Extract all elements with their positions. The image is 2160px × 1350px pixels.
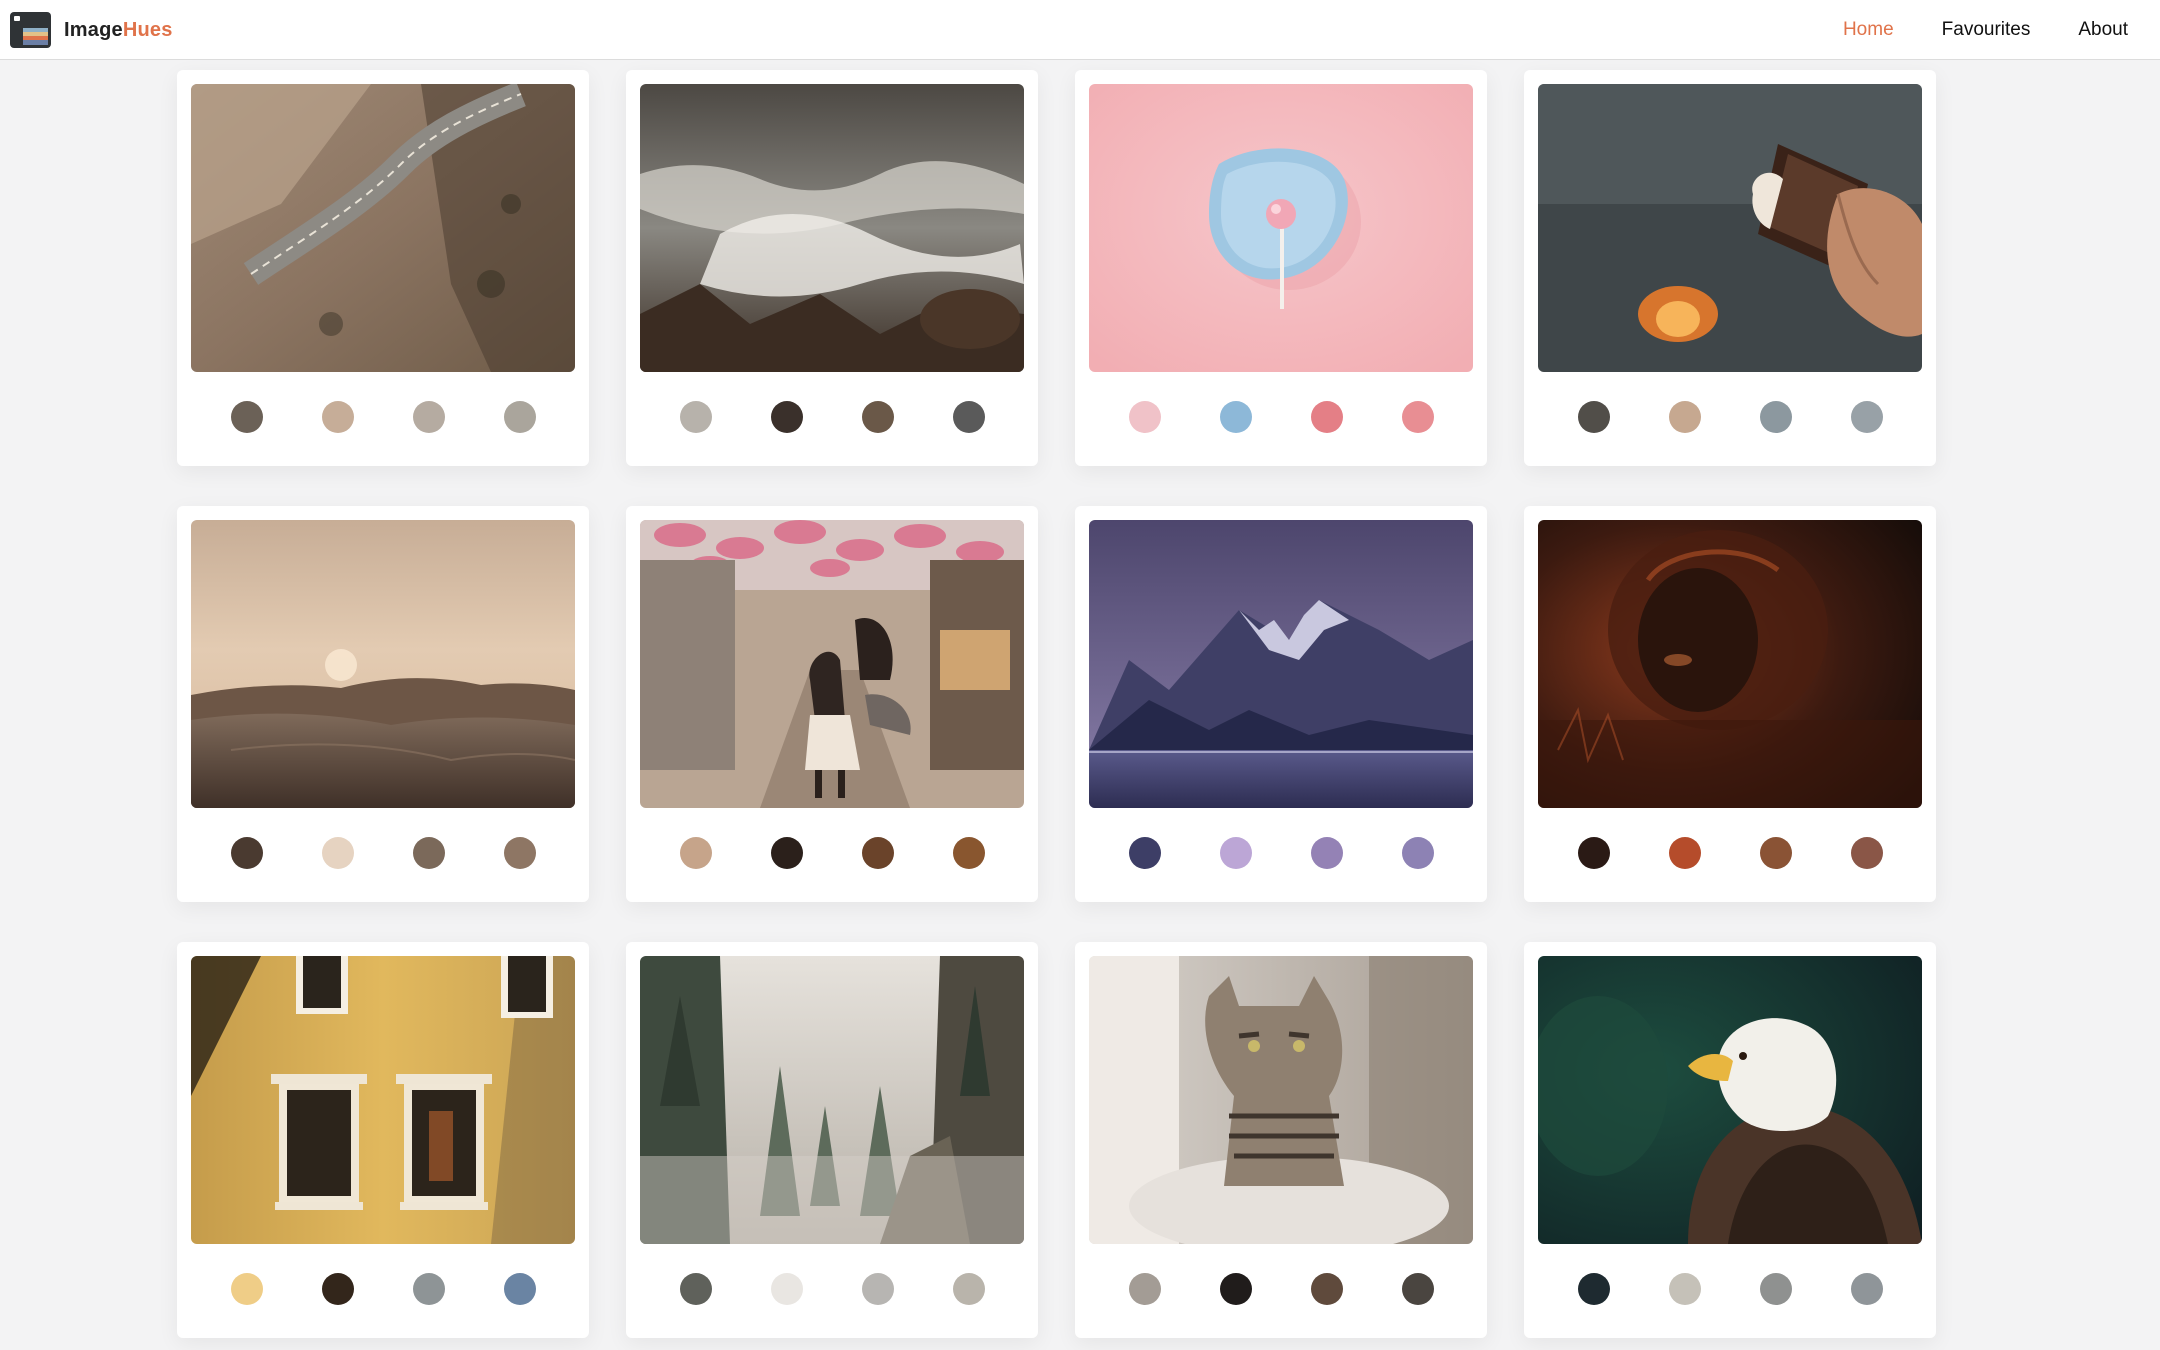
swatch-row <box>177 837 589 871</box>
color-swatch[interactable] <box>1128 401 1161 433</box>
photo-lion[interactable] <box>1538 520 1922 808</box>
color-swatch[interactable] <box>1128 837 1161 869</box>
palette-grid <box>177 70 1936 1338</box>
color-swatch[interactable] <box>679 1273 712 1305</box>
nav-home[interactable]: Home <box>1843 19 1894 41</box>
brand-name-part1: Image <box>64 18 123 41</box>
color-swatch[interactable] <box>503 1273 536 1305</box>
color-swatch[interactable] <box>1759 837 1792 869</box>
palette-card[interactable] <box>626 506 1038 902</box>
color-swatch[interactable] <box>321 1273 354 1305</box>
color-swatch[interactable] <box>679 837 712 869</box>
color-swatch[interactable] <box>1310 837 1343 869</box>
swatch-row <box>626 1273 1038 1307</box>
palette-card[interactable] <box>1524 506 1936 902</box>
swatch-row <box>1075 1273 1487 1307</box>
color-swatch[interactable] <box>1850 837 1883 869</box>
color-swatch[interactable] <box>1219 1273 1252 1305</box>
nav-links: Home Favourites About <box>1795 0 2128 60</box>
color-swatch[interactable] <box>230 837 263 869</box>
palette-card[interactable] <box>1075 942 1487 1338</box>
color-swatch[interactable] <box>1668 1273 1701 1305</box>
color-swatch[interactable] <box>861 837 894 869</box>
color-swatch[interactable] <box>679 401 712 433</box>
swatch-row <box>1075 401 1487 435</box>
palette-card[interactable] <box>626 70 1038 466</box>
nav-about[interactable]: About <box>2078 19 2128 41</box>
swatch-row <box>1524 401 1936 435</box>
color-swatch[interactable] <box>770 1273 803 1305</box>
color-swatch[interactable] <box>1759 1273 1792 1305</box>
swatch-row <box>1075 837 1487 871</box>
palette-card[interactable] <box>177 942 589 1338</box>
swatch-row <box>626 401 1038 435</box>
color-swatch[interactable] <box>1850 401 1883 433</box>
swatch-row <box>626 837 1038 871</box>
color-swatch[interactable] <box>412 1273 445 1305</box>
color-swatch[interactable] <box>952 401 985 433</box>
color-swatch[interactable] <box>952 1273 985 1305</box>
color-swatch[interactable] <box>770 401 803 433</box>
palette-card[interactable] <box>1524 70 1936 466</box>
color-swatch[interactable] <box>1850 1273 1883 1305</box>
color-swatch[interactable] <box>1401 837 1434 869</box>
color-swatch[interactable] <box>1219 837 1252 869</box>
swatch-row <box>177 401 589 435</box>
brand-name-part2: Hues <box>122 18 173 41</box>
color-swatch[interactable] <box>1759 401 1792 433</box>
palette-card[interactable] <box>177 70 589 466</box>
swatch-row <box>177 1273 589 1307</box>
color-swatch[interactable] <box>1668 837 1701 869</box>
color-swatch[interactable] <box>1310 401 1343 433</box>
photo-ocean-waves[interactable] <box>640 84 1024 372</box>
color-swatch[interactable] <box>861 401 894 433</box>
color-swatch[interactable] <box>321 401 354 433</box>
photo-tabby-cat[interactable] <box>1089 956 1473 1244</box>
photo-bald-eagle[interactable] <box>1538 956 1922 1244</box>
color-swatch[interactable] <box>230 401 263 433</box>
palette-card[interactable] <box>1524 942 1936 1338</box>
palette-card[interactable] <box>1075 506 1487 902</box>
color-swatch[interactable] <box>1310 1273 1343 1305</box>
color-swatch[interactable] <box>503 401 536 433</box>
photo-misty-forest[interactable] <box>640 956 1024 1244</box>
swatch-row <box>1524 1273 1936 1307</box>
color-swatch[interactable] <box>861 1273 894 1305</box>
color-swatch[interactable] <box>1668 401 1701 433</box>
photo-mountain-road[interactable] <box>191 84 575 372</box>
color-swatch[interactable] <box>1577 1273 1610 1305</box>
color-swatch[interactable] <box>503 837 536 869</box>
brand[interactable]: ImageHues <box>10 10 173 50</box>
color-swatch[interactable] <box>1128 1273 1161 1305</box>
photo-smores[interactable] <box>1538 84 1922 372</box>
swatch-row <box>1524 837 1936 871</box>
color-swatch[interactable] <box>1219 401 1252 433</box>
photo-umbrella-street[interactable] <box>640 520 1024 808</box>
color-swatch[interactable] <box>952 837 985 869</box>
brand-name: ImageHues <box>64 19 173 42</box>
color-swatch[interactable] <box>230 1273 263 1305</box>
palette-card[interactable] <box>626 942 1038 1338</box>
nav-favourites[interactable]: Favourites <box>1942 19 2031 41</box>
photo-mountain-lake[interactable] <box>1089 520 1473 808</box>
color-swatch[interactable] <box>412 401 445 433</box>
color-swatch[interactable] <box>770 837 803 869</box>
photo-lollipop[interactable] <box>1089 84 1473 372</box>
navbar: ImageHues Home Favourites About <box>0 0 2160 60</box>
color-swatch[interactable] <box>412 837 445 869</box>
palette-card[interactable] <box>177 506 589 902</box>
logo-icon <box>10 12 51 48</box>
color-swatch[interactable] <box>1577 401 1610 433</box>
color-swatch[interactable] <box>1401 401 1434 433</box>
color-swatch[interactable] <box>1401 1273 1434 1305</box>
color-swatch[interactable] <box>1577 837 1610 869</box>
photo-desert-dunes[interactable] <box>191 520 575 808</box>
color-swatch[interactable] <box>321 837 354 869</box>
photo-yellow-building[interactable] <box>191 956 575 1244</box>
palette-card[interactable] <box>1075 70 1487 466</box>
